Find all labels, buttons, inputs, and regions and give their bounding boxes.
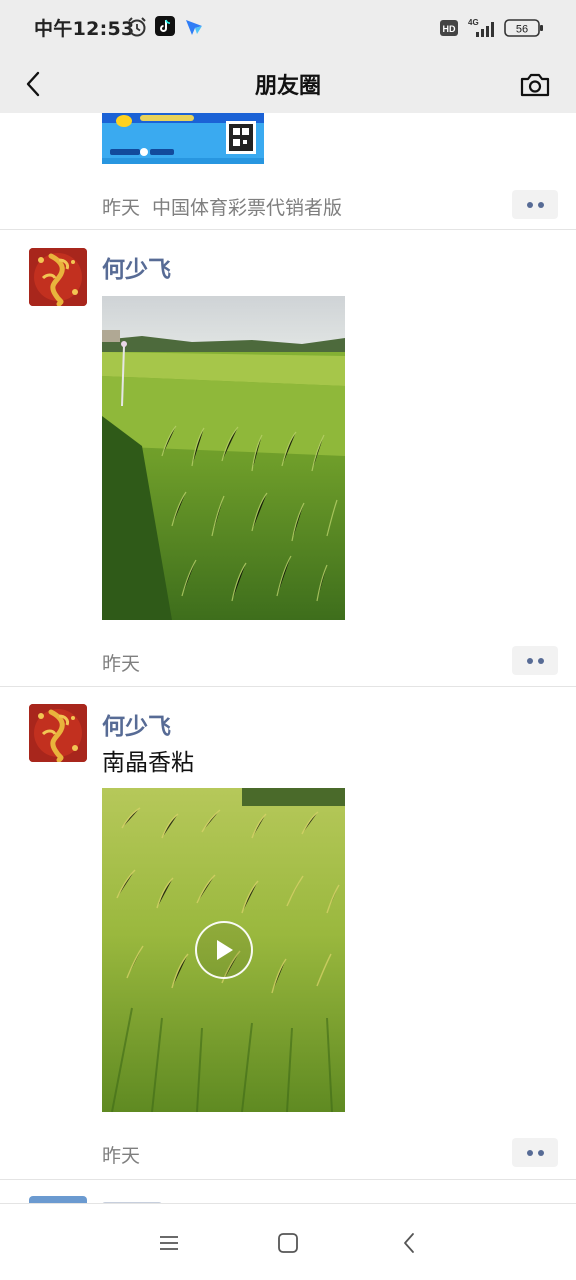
- status-time: 中午12:53: [34, 18, 135, 40]
- alarm-icon: [126, 16, 148, 42]
- signal-battery-icon: HD 4G 56: [440, 18, 543, 37]
- menu-icon: [160, 1236, 178, 1250]
- post-source[interactable]: 中国体育彩票代销者版: [152, 197, 342, 219]
- network-type: 4G: [468, 18, 479, 27]
- back-icon: [404, 1233, 414, 1253]
- battery-level: 56: [516, 24, 528, 36]
- system-nav-bar: [0, 1203, 576, 1280]
- play-icon: [217, 940, 233, 960]
- dot-icon: [526, 657, 533, 664]
- hd-badge: HD: [443, 24, 456, 34]
- avatar[interactable]: [29, 704, 87, 762]
- app-notification-icon: [183, 16, 205, 42]
- status-bar: 中午12:53 HD 4G 56: [0, 0, 576, 56]
- ad-image[interactable]: [102, 113, 264, 164]
- more-actions-button[interactable]: [512, 190, 558, 219]
- moments-feed[interactable]: 昨天 中国体育彩票代销者版 何少飞 昨天 何少飞 南晶香粘 昨天: [0, 113, 576, 1203]
- post-time: 昨天: [102, 197, 141, 219]
- post-video[interactable]: [102, 788, 345, 1112]
- more-actions-button[interactable]: [512, 1138, 558, 1167]
- nav-back-button[interactable]: [394, 1228, 424, 1258]
- feed-post: 何少飞 昨天: [0, 230, 576, 686]
- dot-icon: [537, 201, 544, 208]
- tiktok-icon: [155, 16, 175, 40]
- nav-header: 朋友圈: [0, 56, 576, 113]
- status-right-group: HD 4G 56: [440, 14, 546, 42]
- home-button[interactable]: [273, 1228, 303, 1258]
- home-icon: [278, 1233, 298, 1253]
- avatar[interactable]: [29, 1196, 87, 1203]
- dot-icon: [526, 1149, 533, 1156]
- author-name[interactable]: 何少飞: [102, 250, 171, 284]
- more-actions-button[interactable]: [512, 646, 558, 675]
- post-image[interactable]: [102, 296, 345, 620]
- dot-icon: [526, 201, 533, 208]
- divider: [0, 1179, 576, 1180]
- play-button[interactable]: [195, 921, 253, 979]
- dot-icon: [537, 1149, 544, 1156]
- feed-post: 何少飞 南晶香粘 昨天: [0, 687, 576, 1179]
- post-meta: 昨天 中国体育彩票代销者版: [102, 193, 342, 220]
- post-text: 南晶香粘: [102, 750, 194, 776]
- post-time: 昨天: [102, 653, 141, 675]
- post-time: 昨天: [102, 1145, 141, 1167]
- dot-icon: [537, 657, 544, 664]
- camera-button[interactable]: [514, 64, 556, 106]
- page-title: 朋友圈: [254, 74, 321, 99]
- avatar[interactable]: [29, 248, 87, 306]
- camera-icon: [520, 73, 550, 97]
- menu-button[interactable]: [154, 1228, 184, 1258]
- author-name[interactable]: 何少飞: [102, 707, 171, 741]
